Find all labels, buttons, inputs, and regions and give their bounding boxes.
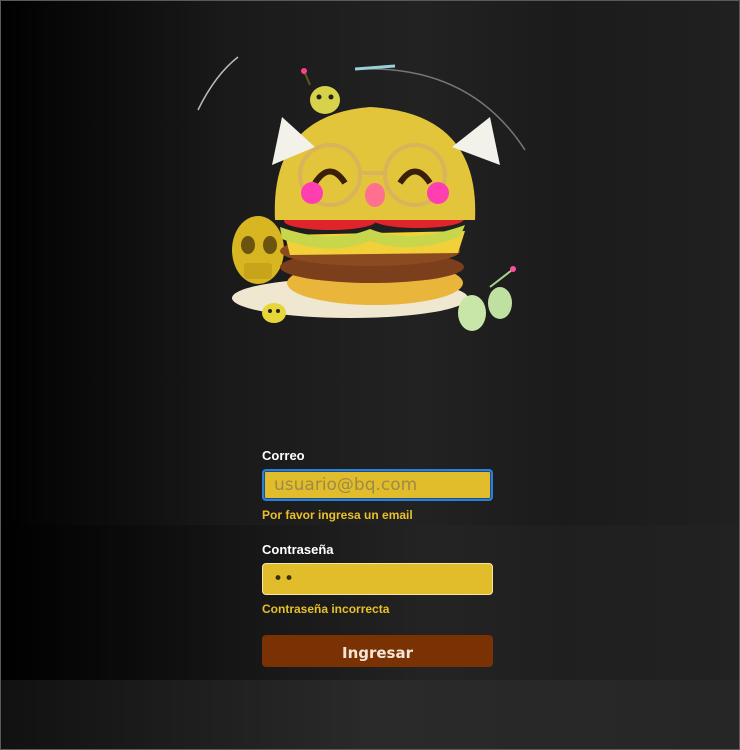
burger-mascot-icon [197, 56, 526, 331]
skull [232, 216, 284, 284]
cheek [301, 182, 323, 204]
password-label: Contraseña [262, 542, 334, 557]
background-footer-band [0, 680, 740, 750]
top-creature [310, 86, 340, 114]
mouth [365, 183, 385, 207]
email-label: Correo [262, 448, 305, 463]
login-form: Correo Por favor ingresa un email Contra… [262, 448, 494, 667]
password-field[interactable] [262, 563, 493, 595]
cheek [427, 182, 449, 204]
submit-button[interactable]: Ingresar [262, 635, 493, 667]
password-error: Contraseña incorrecta [262, 602, 390, 616]
green-creatures [458, 266, 516, 331]
arc-decoration [197, 56, 239, 111]
arc-decoration [354, 64, 396, 71]
email-error: Por favor ingresa un email [262, 508, 413, 522]
email-field[interactable] [262, 469, 493, 501]
yellow-creature [262, 303, 286, 323]
